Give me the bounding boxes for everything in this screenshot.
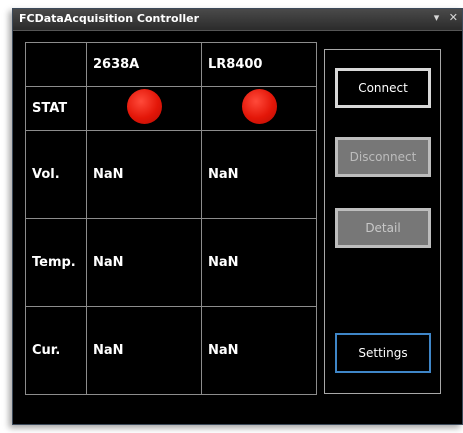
table-row-current: Cur. NaN NaN	[25, 306, 317, 395]
value-current-2638a: NaN	[86, 306, 202, 395]
table-row-stat: STAT	[25, 86, 317, 131]
close-icon[interactable]: ✕	[449, 11, 458, 24]
title-bar-controls: ▾ ✕	[428, 11, 458, 24]
value-temperature-2638a: NaN	[86, 218, 202, 307]
status-indicator-lr8400	[241, 89, 277, 124]
controller-window: FCDataAcquisition Controller ▾ ✕ 2638A L…	[12, 8, 463, 425]
row-label-voltage: Vol.	[25, 130, 87, 219]
table-header-row: 2638A LR8400	[25, 42, 317, 87]
detail-button[interactable]: Detail	[335, 208, 431, 248]
header-cell-2638a: 2638A	[86, 42, 202, 87]
connect-button[interactable]: Connect	[335, 68, 431, 108]
instrument-status-table: 2638A LR8400 STAT Vol. NaN NaN Temp. NaN…	[25, 42, 317, 395]
table-row-voltage: Vol. NaN NaN	[25, 130, 317, 219]
row-label-current: Cur.	[25, 306, 87, 395]
stat-cell-2638a	[86, 86, 202, 131]
dropdown-menu-icon[interactable]: ▾	[434, 11, 440, 24]
header-cell-lr8400: LR8400	[201, 42, 317, 87]
stat-cell-lr8400	[201, 86, 317, 131]
settings-button[interactable]: Settings	[335, 333, 431, 373]
window-title: FCDataAcquisition Controller	[19, 12, 200, 25]
value-temperature-lr8400: NaN	[201, 218, 317, 307]
control-button-panel: Connect Disconnect Detail Settings	[324, 49, 441, 394]
value-voltage-lr8400: NaN	[201, 130, 317, 219]
value-current-lr8400: NaN	[201, 306, 317, 395]
row-label-temperature: Temp.	[25, 218, 87, 307]
table-row-temperature: Temp. NaN NaN	[25, 218, 317, 307]
value-voltage-2638a: NaN	[86, 130, 202, 219]
title-bar[interactable]: FCDataAcquisition Controller ▾ ✕	[13, 9, 462, 31]
row-label-stat: STAT	[25, 86, 87, 131]
header-cell-corner	[25, 42, 87, 87]
status-indicator-2638a	[126, 89, 162, 124]
disconnect-button[interactable]: Disconnect	[335, 137, 431, 177]
